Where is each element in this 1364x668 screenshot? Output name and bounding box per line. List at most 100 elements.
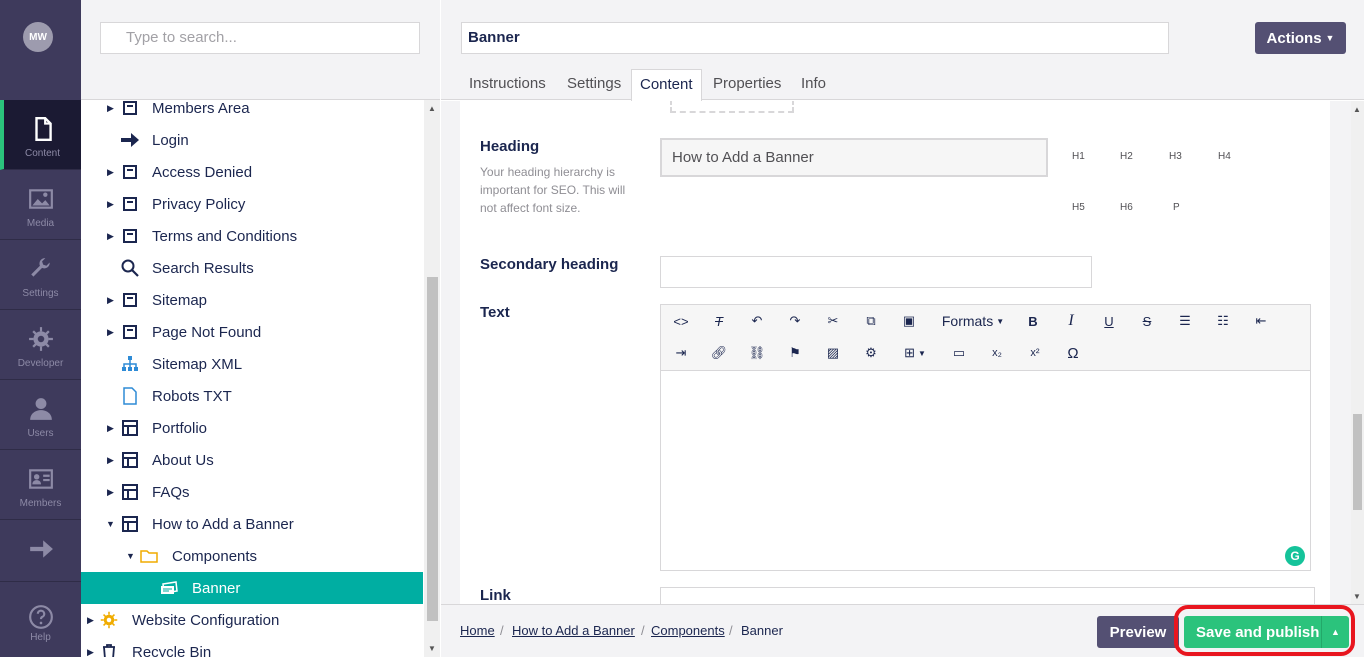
caret-right-icon[interactable]: ▶: [107, 423, 117, 434]
caret-right-icon[interactable]: ▶: [87, 615, 97, 626]
editor-scrollbar-thumb[interactable]: [1353, 414, 1362, 510]
heading-level-h2[interactable]: H2: [1120, 151, 1133, 162]
image-icon[interactable]: ▨: [819, 340, 847, 366]
tab-info[interactable]: Info: [793, 69, 834, 100]
heading-level-p[interactable]: P: [1173, 202, 1180, 213]
tree-node-sitemap-xml[interactable]: Sitemap XML: [81, 348, 423, 380]
tree-node-sitemap[interactable]: ▶ Sitemap: [81, 284, 423, 316]
undo-icon[interactable]: ↶: [743, 308, 771, 334]
special-char-icon[interactable]: Ω: [1059, 340, 1087, 366]
section-developer[interactable]: Developer: [0, 310, 81, 380]
tree-node-robots-txt[interactable]: Robots TXT: [81, 380, 423, 412]
node-name-input[interactable]: Banner: [461, 22, 1169, 54]
caret-right-icon[interactable]: ▶: [107, 295, 117, 306]
embed-icon[interactable]: ▭: [945, 340, 973, 366]
numbered-list-icon[interactable]: ☷: [1209, 308, 1237, 334]
tree-node-about-us[interactable]: ▶ About Us: [81, 444, 423, 476]
editor-scrollbar[interactable]: [1351, 101, 1364, 604]
caret-right-icon[interactable]: ▶: [107, 167, 117, 178]
tree-node-banner[interactable]: Banner: [81, 572, 423, 604]
unlink-icon[interactable]: ⛓︎: [743, 340, 771, 366]
strikethrough-icon[interactable]: S: [1133, 308, 1161, 334]
tree-search-input[interactable]: Type to search...: [100, 22, 420, 54]
breadcrumb-components[interactable]: Components: [651, 623, 725, 638]
scroll-up-icon[interactable]: ▲: [1353, 105, 1361, 114]
tree-node-page-not-found[interactable]: ▶ Page Not Found: [81, 316, 423, 348]
tree-node-privacy-policy[interactable]: ▶ Privacy Policy: [81, 188, 423, 220]
tree-node-terms[interactable]: ▶ Terms and Conditions: [81, 220, 423, 252]
macro-icon[interactable]: ⚙: [857, 340, 885, 366]
caret-right-icon[interactable]: ▶: [107, 455, 117, 466]
section-media[interactable]: Media: [0, 170, 81, 240]
copy-icon[interactable]: ⧉: [857, 308, 885, 334]
avatar[interactable]: MW: [23, 22, 53, 52]
link-icon[interactable]: 🔗︎: [705, 340, 733, 366]
caret-down-icon[interactable]: ▼: [106, 519, 116, 529]
grammarly-icon[interactable]: G: [1285, 546, 1305, 566]
caret-right-icon[interactable]: ▶: [107, 103, 117, 114]
caret-right-icon[interactable]: ▶: [107, 231, 117, 242]
tree-node-login[interactable]: Login: [81, 124, 423, 156]
heading-level-h1[interactable]: H1: [1072, 151, 1085, 162]
scroll-down-icon[interactable]: ▼: [428, 644, 436, 653]
underline-icon[interactable]: U: [1095, 308, 1123, 334]
clear-format-icon[interactable]: T: [705, 308, 733, 334]
section-help[interactable]: Help: [0, 598, 81, 668]
tree-node-members-area[interactable]: ▶ Members Area: [81, 100, 423, 124]
superscript-icon[interactable]: x²: [1021, 340, 1049, 366]
tree-node-search-results[interactable]: Search Results: [81, 252, 423, 284]
caret-right-icon[interactable]: ▶: [87, 647, 97, 658]
breadcrumb-separator: /: [500, 623, 504, 638]
tree-scrollbar-thumb[interactable]: [427, 277, 438, 621]
tree-node-website-configuration[interactable]: ▶ Website Configuration: [81, 604, 423, 636]
indent-icon[interactable]: ⇥: [667, 340, 695, 366]
heading-input[interactable]: How to Add a Banner: [660, 138, 1048, 177]
source-code-icon[interactable]: <>: [667, 308, 695, 334]
caret-right-icon[interactable]: ▶: [107, 199, 117, 210]
formats-dropdown[interactable]: Formats ▼: [933, 308, 1013, 334]
tree-node-components[interactable]: ▼ Components: [81, 540, 423, 572]
bold-icon[interactable]: B: [1019, 308, 1047, 334]
tree-node-recycle-bin[interactable]: ▶ Recycle Bin: [81, 636, 423, 657]
secondary-heading-input[interactable]: [660, 256, 1092, 288]
actions-button[interactable]: Actions ▼: [1255, 22, 1346, 54]
rich-text-editor[interactable]: <> T ↶ ↷ ✂ ⧉ ▣ Formats ▼ B I U S ☰ ☷ ⇤ ⇥ …: [660, 304, 1311, 571]
preview-button[interactable]: Preview: [1097, 616, 1179, 648]
tree-node-access-denied[interactable]: ▶ Access Denied: [81, 156, 423, 188]
section-users[interactable]: Users: [0, 380, 81, 450]
heading-level-h6[interactable]: H6: [1120, 202, 1133, 213]
redo-icon[interactable]: ↷: [781, 308, 809, 334]
bullet-list-icon[interactable]: ☰: [1171, 308, 1199, 334]
section-members[interactable]: Members: [0, 450, 81, 520]
tree-node-how-to-add-a-banner[interactable]: ▼ How to Add a Banner: [81, 508, 423, 540]
caret-down-icon[interactable]: ▼: [126, 551, 136, 561]
breadcrumb-how-to-add-a-banner[interactable]: How to Add a Banner: [512, 623, 635, 638]
tab-content[interactable]: Content: [631, 69, 702, 101]
section-settings[interactable]: Settings: [0, 240, 81, 310]
section-forms[interactable]: [0, 520, 81, 582]
paste-icon[interactable]: ▣: [895, 308, 923, 334]
table-icon[interactable]: ⊞ ▼: [895, 340, 935, 366]
heading-level-h4[interactable]: H4: [1218, 151, 1231, 162]
anchor-icon[interactable]: ⚑: [781, 340, 809, 366]
caret-right-icon[interactable]: ▶: [107, 487, 117, 498]
media-placeholder[interactable]: [670, 101, 794, 113]
scroll-up-icon[interactable]: ▲: [428, 104, 436, 113]
heading-level-h5[interactable]: H5: [1072, 202, 1085, 213]
italic-icon[interactable]: I: [1057, 308, 1085, 334]
cut-icon[interactable]: ✂: [819, 308, 847, 334]
heading-level-h3[interactable]: H3: [1169, 151, 1182, 162]
section-content[interactable]: Content: [0, 100, 81, 170]
tab-settings[interactable]: Settings: [559, 69, 629, 100]
tree-node-faqs[interactable]: ▶ FAQs: [81, 476, 423, 508]
caret-right-icon[interactable]: ▶: [107, 327, 117, 338]
link-picker[interactable]: [660, 587, 1315, 604]
tab-properties[interactable]: Properties: [705, 69, 789, 100]
outdent-icon[interactable]: ⇤: [1247, 308, 1275, 334]
breadcrumb-home[interactable]: Home: [460, 623, 495, 638]
scroll-down-icon[interactable]: ▼: [1353, 592, 1361, 601]
tab-instructions[interactable]: Instructions: [461, 69, 554, 100]
subscript-icon[interactable]: x₂: [983, 340, 1011, 366]
tree-node-portfolio[interactable]: ▶ Portfolio: [81, 412, 423, 444]
sitemap-icon: [120, 354, 140, 374]
